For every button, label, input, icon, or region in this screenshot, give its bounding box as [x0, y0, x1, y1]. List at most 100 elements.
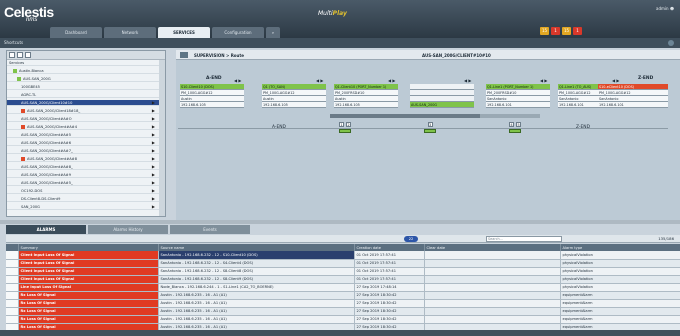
tree-item[interactable]: AUS-SAN_200G/Client#A#O ▶ — [7, 116, 159, 122]
tree-item[interactable]: DS-Client8-DS-Client9 ▶ — [7, 196, 159, 202]
route-arrow-icon[interactable]: ▶ — [152, 108, 155, 113]
tree-item[interactable]: AUS-SAN_200G/Client#A#8 ▶ — [7, 156, 159, 162]
route-arrow-icon[interactable]: ▶ — [152, 140, 155, 145]
tree-item[interactable]: AUS-SAN_200G/Client#A#5 ▶ — [7, 132, 159, 138]
route-arrow-icon[interactable]: ▶ — [152, 124, 155, 129]
celestis-logo[interactable]: Celestis nms — [4, 4, 54, 23]
route-arrow-icon[interactable]: ▶ — [152, 204, 155, 209]
column-header[interactable]: Summary — [18, 244, 159, 251]
alarm-row[interactable]: Rx Loss Of Signal Austin - 192.168.6.235 … — [6, 307, 680, 316]
route-arrow-icon[interactable]: ▶ — [152, 164, 155, 169]
expand-all-icon[interactable] — [9, 52, 15, 58]
tree-item[interactable]: AUS-SAN_200G/Client#A#7_ ▶ — [7, 148, 159, 154]
tree-item[interactable]: Services — [7, 60, 159, 66]
select-all-column[interactable] — [6, 244, 19, 251]
alarm-tab[interactable]: Events — [170, 225, 250, 234]
route-arrow-icon[interactable]: ▶ — [152, 116, 155, 121]
route-nav-arrows-icon[interactable]: ◀ ▶ — [388, 78, 395, 83]
user-menu[interactable]: admin ☻ — [656, 6, 674, 11]
route-arrow-icon[interactable]: ▶ — [152, 196, 155, 201]
alarm-row[interactable]: Client Input Loss Of Signal SanAntonio - … — [6, 267, 680, 276]
alarm-status-icon[interactable]: 1 — [573, 27, 582, 35]
route-nav-arrows-icon[interactable]: ◀ ▶ — [612, 78, 619, 83]
alarm-row[interactable]: Rx Loss Of Signal Austin - 192.168.6.235 … — [6, 299, 680, 308]
column-header[interactable]: Clear date — [424, 244, 561, 251]
tab-dashboard[interactable]: Dashboard — [50, 27, 102, 38]
tree-item[interactable]: 100GBE45 — [7, 84, 159, 90]
alarm-type: physicalViolation — [560, 275, 680, 284]
route-arrow-icon[interactable]: ▶ — [152, 100, 155, 105]
alarm-search-input[interactable]: Search... — [486, 236, 562, 242]
column-header[interactable]: Creation date — [354, 244, 425, 251]
column-header[interactable]: Alarm type — [560, 244, 680, 251]
alarm-type: equipmentAlarm — [560, 291, 680, 300]
route-scrollbar[interactable] — [330, 114, 540, 118]
alarm-status-icon[interactable]: 1 — [551, 27, 560, 35]
tree-item[interactable]: AGRC-TL — [7, 92, 159, 98]
route-cell[interactable]: 192.168.6.105 — [334, 102, 398, 108]
tree-item[interactable]: AUS-SAN_200G/Client18#18_ ▶ — [7, 108, 159, 114]
alarm-row[interactable]: Client Input Loss Of Signal SanAntonio - … — [6, 259, 680, 268]
row-checkbox[interactable] — [6, 275, 19, 284]
tree-item[interactable]: AUS-SAN_200G/Client#A#8_ ▶ — [7, 164, 159, 170]
collapse-all-icon[interactable] — [17, 52, 23, 58]
route-cell[interactable]: 192.168.6.105 — [262, 102, 326, 108]
route-nav-arrows-icon[interactable]: ◀ ▶ — [316, 78, 323, 83]
tree-item[interactable]: AUS-SAN_200G/Client#A#5_ ▶ — [7, 180, 159, 186]
route-cell[interactable]: 192.168.6.105 — [180, 102, 244, 108]
route-nav-arrows-icon[interactable]: ◀ ▶ — [540, 78, 547, 83]
route-gauge[interactable]: 45 — [508, 122, 522, 133]
row-checkbox[interactable] — [6, 307, 19, 316]
row-checkbox[interactable] — [6, 299, 19, 308]
route-arrow-icon[interactable]: ▶ — [152, 172, 155, 177]
tree-item[interactable]: AUS-SAN_200G — [7, 76, 159, 82]
tree-item[interactable]: SAN_200G ▶ — [7, 204, 159, 210]
route-arrow-icon[interactable]: ▶ — [152, 180, 155, 185]
tree-item[interactable]: AUS-SAN_200G/Client#A#6 ▶ — [7, 140, 159, 146]
alarm-filter-pill[interactable]: 22 — [404, 236, 418, 242]
route-nav-arrows-icon[interactable]: ◀ ▶ — [234, 78, 241, 83]
alarm-row[interactable]: Rx Loss Of Signal Austin - 192.168.6.235 … — [6, 315, 680, 324]
alarm-row[interactable]: Line Input Loss Of Signal Node_Bianca - 1… — [6, 283, 680, 292]
alarm-row[interactable]: Client Input Loss Of Signal SanAntonio - … — [6, 251, 680, 260]
tree-item[interactable]: AUS-SAN_200G/Client#A#9 ▶ — [7, 172, 159, 178]
alarm-row[interactable]: Rx Loss Of Signal Austin - 192.168.6.235 … — [6, 291, 680, 300]
tab-configuration[interactable]: Configuration — [212, 27, 264, 38]
filter-icon[interactable] — [25, 52, 31, 58]
route-cell[interactable]: AUS-SAN_200G — [410, 102, 474, 108]
row-checkbox[interactable] — [6, 267, 19, 276]
route-nav-arrows-icon[interactable]: ◀ ▶ — [464, 78, 471, 83]
tree-item[interactable]: AUS-SAN_200G/Client10#10 ▶ — [7, 100, 159, 106]
tab-services[interactable]: SERVICES — [158, 27, 210, 38]
tree-item[interactable]: OC192-DOS ▶ — [7, 188, 159, 194]
route-arrow-icon[interactable]: ▶ — [152, 188, 155, 193]
route-gauge[interactable]: 3 — [424, 122, 436, 133]
route-arrow-icon[interactable]: ▶ — [152, 132, 155, 137]
tree-item[interactable]: Austin-Bianca — [7, 68, 159, 74]
alarm-tab[interactable]: ALARMS — [6, 225, 86, 234]
row-checkbox[interactable] — [6, 291, 19, 300]
alarm-row[interactable]: Client Input Loss Of Signal SanAntonio - … — [6, 275, 680, 284]
tree-scrollbar[interactable] — [159, 60, 165, 216]
column-header[interactable]: Source name — [158, 244, 355, 251]
row-checkbox[interactable] — [6, 251, 19, 260]
tab-network[interactable]: Network — [104, 27, 156, 38]
alarm-tab[interactable]: Alarms History — [88, 225, 168, 234]
alarm-type: equipmentAlarm — [560, 315, 680, 324]
row-checkbox[interactable] — [6, 259, 19, 268]
search-icon[interactable]: ⌕ — [266, 27, 280, 38]
alarm-status-icon[interactable]: 15 — [540, 27, 549, 35]
shortcuts-toggle-icon[interactable] — [668, 40, 674, 46]
alarm-status-icon[interactable]: 15 — [562, 27, 571, 35]
panel-divider[interactable] — [0, 220, 680, 224]
shortcuts-label[interactable]: Shortcuts — [4, 40, 23, 45]
route-arrow-icon[interactable]: ▶ — [152, 156, 155, 161]
row-checkbox[interactable] — [6, 315, 19, 324]
route-scroll-thumb[interactable] — [330, 114, 480, 118]
route-gauge[interactable]: 12 — [338, 122, 352, 133]
route-cell[interactable]: 192.168.6.101 — [486, 102, 550, 108]
row-checkbox[interactable] — [6, 283, 19, 292]
tree-item[interactable]: AUS-SAN_200G/Client#A#4 ▶ — [7, 124, 159, 130]
route-cell[interactable]: 192.168.6.101 — [598, 102, 668, 108]
route-arrow-icon[interactable]: ▶ — [152, 148, 155, 153]
